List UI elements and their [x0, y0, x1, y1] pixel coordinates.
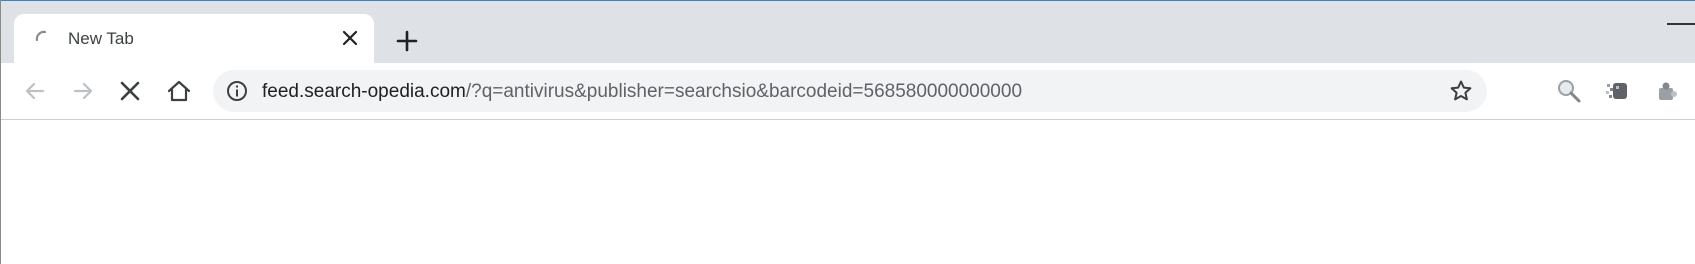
address-bar[interactable]: feed.search-opedia.com/?q=antivirus&publ… [213, 70, 1487, 112]
pixelated-extension-icon[interactable] [1604, 78, 1630, 104]
url-host: feed.search-opedia.com [262, 81, 466, 102]
stop-button[interactable] [116, 77, 144, 105]
home-button[interactable] [165, 77, 193, 105]
info-icon[interactable] [226, 80, 248, 102]
toolbar: feed.search-opedia.com/?q=antivirus&publ… [1, 63, 1695, 119]
close-tab-icon[interactable] [340, 28, 360, 48]
address-url[interactable]: feed.search-opedia.com/?q=antivirus&publ… [262, 81, 1022, 103]
url-path: /?q=antivirus&publisher=searchsio&barcod… [465, 81, 1023, 102]
forward-button[interactable] [69, 77, 97, 105]
tab-new-tab[interactable]: New Tab [14, 14, 374, 63]
puzzle-extension-icon[interactable] [1654, 78, 1680, 104]
bookmark-star-icon[interactable] [1449, 79, 1473, 103]
new-tab-button[interactable] [393, 27, 421, 55]
search-extension-icon[interactable] [1556, 78, 1582, 104]
tab-strip: New Tab [1, 1, 1695, 63]
back-button[interactable] [21, 77, 49, 105]
toolbar-divider [1, 119, 1695, 120]
loading-spinner-icon [35, 30, 47, 42]
minimize-button[interactable] [1667, 23, 1695, 25]
browser-window: New Tab feed.search-opedia.com/?q=antivi… [0, 0, 1695, 264]
tab-title: New Tab [68, 29, 134, 48]
